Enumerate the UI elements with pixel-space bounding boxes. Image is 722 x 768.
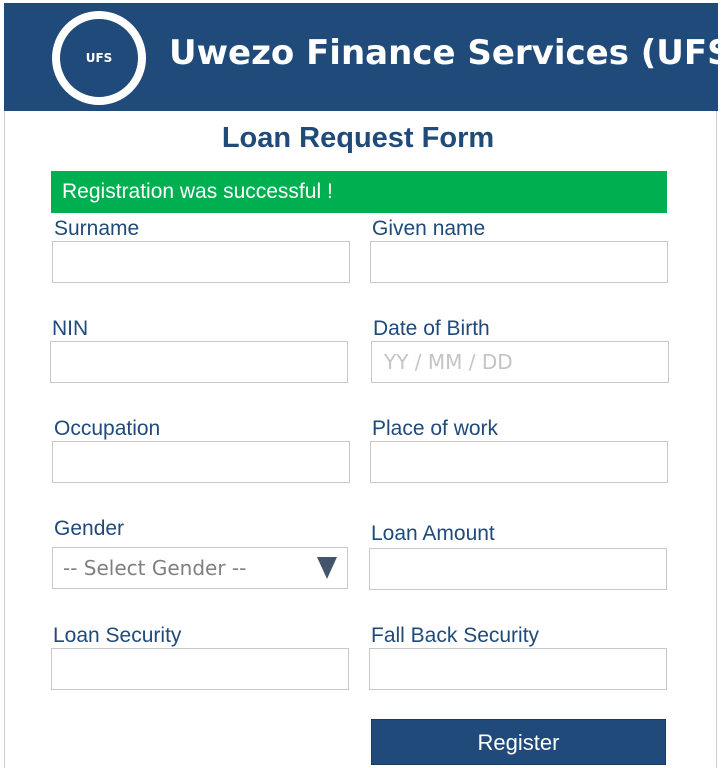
- loan-security-label: Loan Security: [53, 624, 182, 647]
- date-of-birth-input[interactable]: YY / MM / DD: [371, 341, 669, 383]
- company-name: Uwezo Finance Services (UFS): [169, 33, 722, 73]
- gender-label: Gender: [54, 517, 125, 540]
- given-name-input[interactable]: [370, 241, 668, 283]
- loan-request-page: UFS Uwezo Finance Services (UFS) Loan Re…: [0, 0, 722, 768]
- gender-select[interactable]: -- Select Gender --: [52, 547, 348, 589]
- left-border: [4, 111, 5, 768]
- given-name-label: Given name: [372, 217, 486, 240]
- place-of-work-input[interactable]: [370, 441, 668, 483]
- surname-input[interactable]: [52, 241, 350, 283]
- company-logo: UFS: [52, 11, 146, 105]
- loan-security-input[interactable]: [51, 648, 349, 690]
- loan-amount-label: Loan Amount: [371, 522, 495, 545]
- surname-label: Surname: [54, 217, 140, 240]
- chevron-down-icon[interactable]: [317, 557, 337, 579]
- logo-text: UFS: [85, 51, 113, 65]
- success-message: Registration was successful !: [51, 171, 667, 213]
- form-title: Loan Request Form: [221, 122, 495, 154]
- register-button[interactable]: Register: [371, 719, 666, 765]
- place-of-work-label: Place of work: [372, 417, 499, 440]
- date-of-birth-label: Date of Birth: [373, 317, 490, 340]
- nin-input[interactable]: [50, 341, 348, 383]
- date-of-birth-placeholder: YY / MM / DD: [384, 350, 513, 374]
- occupation-label: Occupation: [54, 417, 161, 440]
- fall-back-security-label: Fall Back Security: [371, 624, 540, 647]
- fall-back-security-input[interactable]: [369, 648, 667, 690]
- app-header: UFS Uwezo Finance Services (UFS): [4, 3, 722, 111]
- right-border: [716, 111, 717, 768]
- nin-label: NIN: [52, 317, 89, 340]
- loan-amount-input[interactable]: [369, 548, 667, 590]
- occupation-input[interactable]: [52, 441, 350, 483]
- gender-selected-value: -- Select Gender --: [63, 556, 247, 580]
